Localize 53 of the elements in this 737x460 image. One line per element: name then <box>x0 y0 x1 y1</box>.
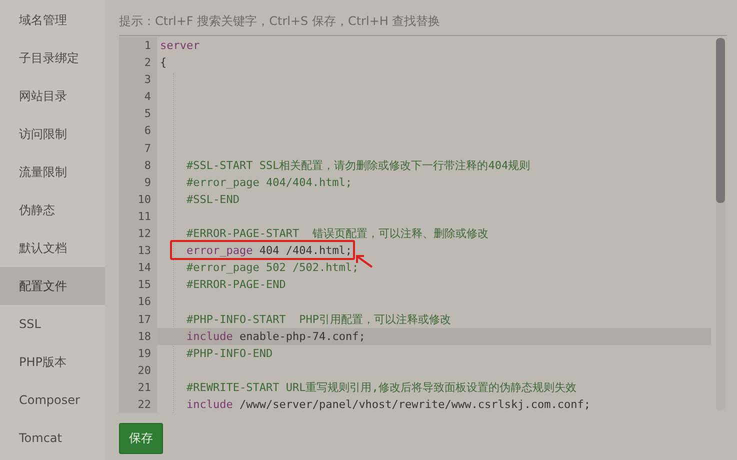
sidebar-item[interactable]: Tomcat <box>0 419 105 457</box>
line-number: 9 <box>119 174 157 191</box>
code-line: include enable-php-74.conf; <box>185 330 366 343</box>
line-number: 16 <box>119 293 157 310</box>
sidebar-item[interactable]: 默认文档 <box>0 229 105 267</box>
sidebar-item[interactable]: 伪静态 <box>0 191 105 229</box>
line-number: 18 <box>119 328 157 345</box>
code-editor[interactable] <box>119 35 727 413</box>
save-button[interactable]: 保存 <box>119 423 163 454</box>
line-number: 20 <box>119 362 157 379</box>
sidebar-item[interactable]: 网站目录 <box>0 77 105 115</box>
sidebar-item[interactable]: 流量限制 <box>0 153 105 191</box>
code-line: server <box>160 39 200 52</box>
code-line: #SSL-END <box>185 192 240 206</box>
code-line: #ERROR-PAGE-START 错误页配置，可以注释、删除或修改 <box>185 227 488 240</box>
line-number: 11 <box>119 208 157 226</box>
scrollbar[interactable] <box>716 38 725 411</box>
sidebar-item[interactable]: PHP版本 <box>0 343 105 381</box>
line-number: 14 <box>119 259 157 276</box>
line-number: 1 <box>119 37 157 54</box>
line-number: 13 <box>119 242 157 260</box>
line-number: 21 <box>119 378 157 396</box>
code-line: #SSL-START SSL相关配置，请勿删除或修改下一行带注释的404规则 <box>185 158 530 172</box>
sidebar-item[interactable]: 子目录绑定 <box>0 39 105 77</box>
code-line: #REWRITE-START URL重写规则引用,修改后将导致面板设置的伪静态规则失效 <box>185 380 576 394</box>
code-line: #ERROR-PAGE-END <box>185 278 286 292</box>
sidebar-item[interactable]: SSL <box>0 305 105 343</box>
code-line: { <box>160 56 167 70</box>
arrow-icon <box>355 254 373 268</box>
code-line: #PHP-INFO-START PHP引用配置，可以注释或修改 <box>185 312 451 326</box>
hint-text: 提示：Ctrl+F 搜索关键字，Ctrl+S 保存，Ctrl+H 查找替换 <box>119 13 442 30</box>
line-number: 12 <box>119 225 157 242</box>
line-number: 19 <box>119 344 157 362</box>
code-line: #PHP-INFO-END <box>185 346 273 360</box>
line-number: 7 <box>119 140 157 157</box>
line-number: 15 <box>119 276 157 294</box>
sidebar-item[interactable]: 访问限制 <box>0 115 105 153</box>
line-number: 4 <box>119 88 157 106</box>
line-number: 10 <box>119 190 157 208</box>
line-number: 5 <box>119 105 157 122</box>
sidebar-item[interactable]: Composer <box>0 381 105 419</box>
line-number: 22 <box>119 396 157 414</box>
code-line: include /www/server/panel/vhost/rewrite/www.csrlskj.com.conf; <box>185 398 590 411</box>
sidebar-item[interactable]: 域名管理 <box>0 1 105 39</box>
line-number: 6 <box>119 122 157 140</box>
line-number: 8 <box>119 156 157 174</box>
line-number: 2 <box>119 54 157 72</box>
line-number: 17 <box>119 310 157 328</box>
sidebar-item[interactable]: 配置文件 <box>0 267 105 305</box>
code-line: #error_page 502 /502.html; <box>185 261 359 274</box>
line-number: 3 <box>119 71 157 88</box>
code-line: error_page 404 /404.html; <box>185 244 352 258</box>
code-line: #error_page 404/404.html; <box>185 176 352 189</box>
